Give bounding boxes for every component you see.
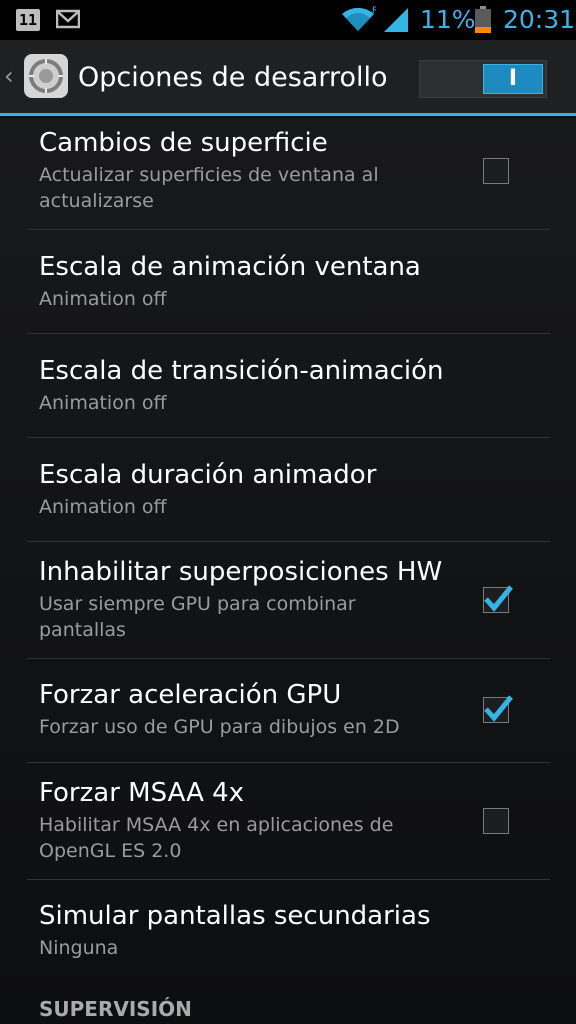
pref-force-gpu-rendering[interactable]: Forzar aceleración GPU Forzar uso de GPU… (39, 680, 550, 740)
pref-summary: Usar siempre GPU para combinar pantallas (39, 593, 356, 641)
gmail-icon (56, 9, 80, 29)
up-caret-icon[interactable]: ‹ (4, 62, 14, 90)
pref-title: Escala de transición-animación (39, 356, 444, 386)
divider (27, 658, 550, 659)
divider (27, 437, 550, 438)
battery-low-icon (475, 6, 491, 33)
pref-simulate-secondary-displays[interactable]: Simular pantallas secundarias Ninguna (39, 901, 550, 961)
developer-options-switch[interactable]: I (419, 60, 547, 98)
wifi-icon: R (342, 6, 376, 31)
pref-window-animation-scale[interactable]: Escala de animación ventana Animation of… (39, 252, 550, 312)
pref-transition-animation-scale[interactable]: Escala de transición-animación Animation… (39, 356, 550, 416)
divider (27, 333, 550, 334)
pref-force-msaa[interactable]: Forzar MSAA 4x Habilitar MSAA 4x en apli… (39, 778, 550, 864)
checkbox-force-msaa[interactable] (483, 808, 509, 834)
roaming-indicator: R (372, 6, 376, 16)
clock: 20:31 (503, 5, 576, 34)
pref-disable-hw-overlays[interactable]: Inhabilitar superposiciones HW Usar siem… (39, 557, 550, 643)
pref-title: Inhabilitar superposiciones HW (39, 557, 443, 587)
pref-title: Forzar aceleración GPU (39, 680, 342, 710)
pref-title: Cambios de superficie (39, 128, 328, 158)
category-header-monitoring: SUPERVISIÓN (39, 997, 192, 1021)
pref-animator-duration-scale[interactable]: Escala duración animador Animation off (39, 460, 550, 520)
cell-signal-icon (384, 8, 408, 32)
divider (27, 879, 550, 880)
checkmark-icon (484, 695, 513, 722)
divider (27, 762, 550, 763)
pref-title: Escala de animación ventana (39, 252, 421, 282)
page-title: Opciones de desarrollo (78, 62, 388, 93)
checkbox-disable-hw-overlays[interactable] (483, 585, 513, 613)
action-bar: ‹ Opciones de desarrollo I (0, 40, 576, 116)
checkbox-surface-updates[interactable] (483, 158, 509, 184)
pref-title: Escala duración animador (39, 460, 377, 490)
pref-title: Forzar MSAA 4x (39, 778, 245, 808)
switch-thumb: I (483, 64, 543, 94)
calendar-badge-icon: 11 (16, 9, 40, 31)
settings-gear-icon[interactable] (22, 52, 70, 100)
pref-summary: Animation off (39, 392, 167, 414)
pref-summary: Animation off (39, 288, 167, 310)
checkmark-icon (484, 585, 513, 612)
checkbox-force-gpu-rendering[interactable] (483, 695, 513, 723)
pref-surface-updates[interactable]: Cambios de superficie Actualizar superfi… (39, 128, 550, 214)
divider (27, 229, 550, 230)
pref-title: Simular pantallas secundarias (39, 901, 431, 931)
status-bar: 11 R 11% 20:31 (0, 0, 576, 40)
divider (27, 541, 550, 542)
battery-percent: 11% (420, 5, 476, 34)
pref-summary: Animation off (39, 496, 167, 518)
pref-summary: Ninguna (39, 937, 119, 959)
pref-summary: Habilitar MSAA 4x en aplicaciones de Ope… (39, 814, 394, 862)
pref-summary: Actualizar superficies de ventana al act… (39, 164, 379, 212)
pref-summary: Forzar uso de GPU para dibujos en 2D (39, 716, 400, 738)
